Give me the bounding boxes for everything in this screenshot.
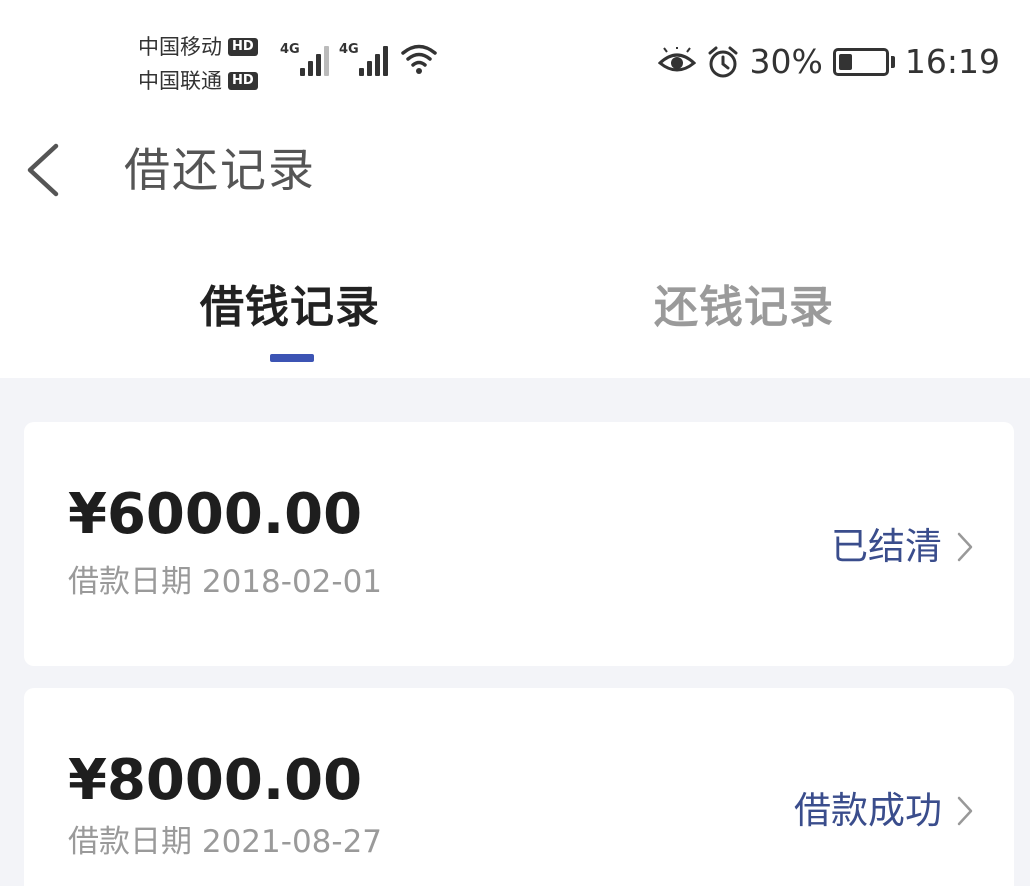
hd-badge: HD [228, 72, 258, 90]
signal-indicators: 4G 4G [280, 40, 438, 76]
tab-repay-records[interactable]: 还钱记录 [654, 278, 834, 338]
record-amount: ¥6000.00 [68, 482, 363, 547]
record-status-link[interactable]: 借款成功 [794, 786, 974, 836]
record-status: 已结清 [831, 525, 942, 568]
chevron-left-icon[interactable] [22, 140, 62, 200]
tab-bar: 借钱记录 还钱记录 [0, 260, 1030, 378]
chevron-right-icon [957, 796, 973, 826]
hd-badge: HD [228, 38, 258, 56]
record-date-label: 借款日期 [68, 824, 192, 860]
record-date: 2018-02-01 [201, 564, 383, 600]
status-bar: 中国移动 HD 中国联通 HD 4G 4G 30% 16:19 [0, 0, 1030, 110]
record-date-row: 借款日期 2018-02-01 [68, 562, 382, 602]
record-date-row: 借款日期 2021-08-27 [68, 822, 382, 862]
tab-borrow-records[interactable]: 借钱记录 [200, 278, 380, 338]
page-header: 借还记录 [0, 110, 1030, 230]
record-status-link[interactable]: 已结清 [831, 522, 974, 572]
alarm-icon [708, 46, 738, 77]
wifi-icon [401, 44, 437, 74]
records-list: ¥6000.00 借款日期 2018-02-01 已结清 ¥8000.00 借款… [0, 378, 1030, 886]
network-type-1: 4G [280, 42, 300, 57]
active-tab-indicator [270, 354, 314, 362]
status-right-group: 30% 16:19 [657, 42, 1000, 81]
carrier-1-name: 中国移动 [138, 35, 222, 59]
record-date-label: 借款日期 [68, 564, 192, 600]
network-type-2: 4G [339, 42, 359, 57]
chevron-right-icon [957, 532, 973, 562]
carrier-info: 中国移动 HD 中国联通 HD [138, 30, 258, 98]
carrier-row-1: 中国移动 HD [138, 30, 258, 64]
clock-time: 16:19 [904, 42, 1000, 81]
record-status: 借款成功 [794, 789, 942, 832]
signal-strength-1-icon: 4G [280, 40, 329, 76]
carrier-2-name: 中国联通 [138, 69, 222, 93]
record-amount: ¥8000.00 [68, 748, 363, 813]
page-title: 借还记录 [124, 143, 316, 197]
signal-strength-2-icon: 4G [339, 40, 388, 76]
battery-icon [832, 47, 895, 76]
carrier-row-2: 中国联通 HD [138, 64, 258, 98]
record-date: 2021-08-27 [201, 824, 383, 860]
eye-icon [657, 46, 696, 71]
record-card[interactable]: ¥6000.00 借款日期 2018-02-01 已结清 [24, 422, 1014, 666]
record-card[interactable]: ¥8000.00 借款日期 2021-08-27 借款成功 [24, 688, 1014, 886]
battery-percent: 30% [749, 42, 823, 81]
